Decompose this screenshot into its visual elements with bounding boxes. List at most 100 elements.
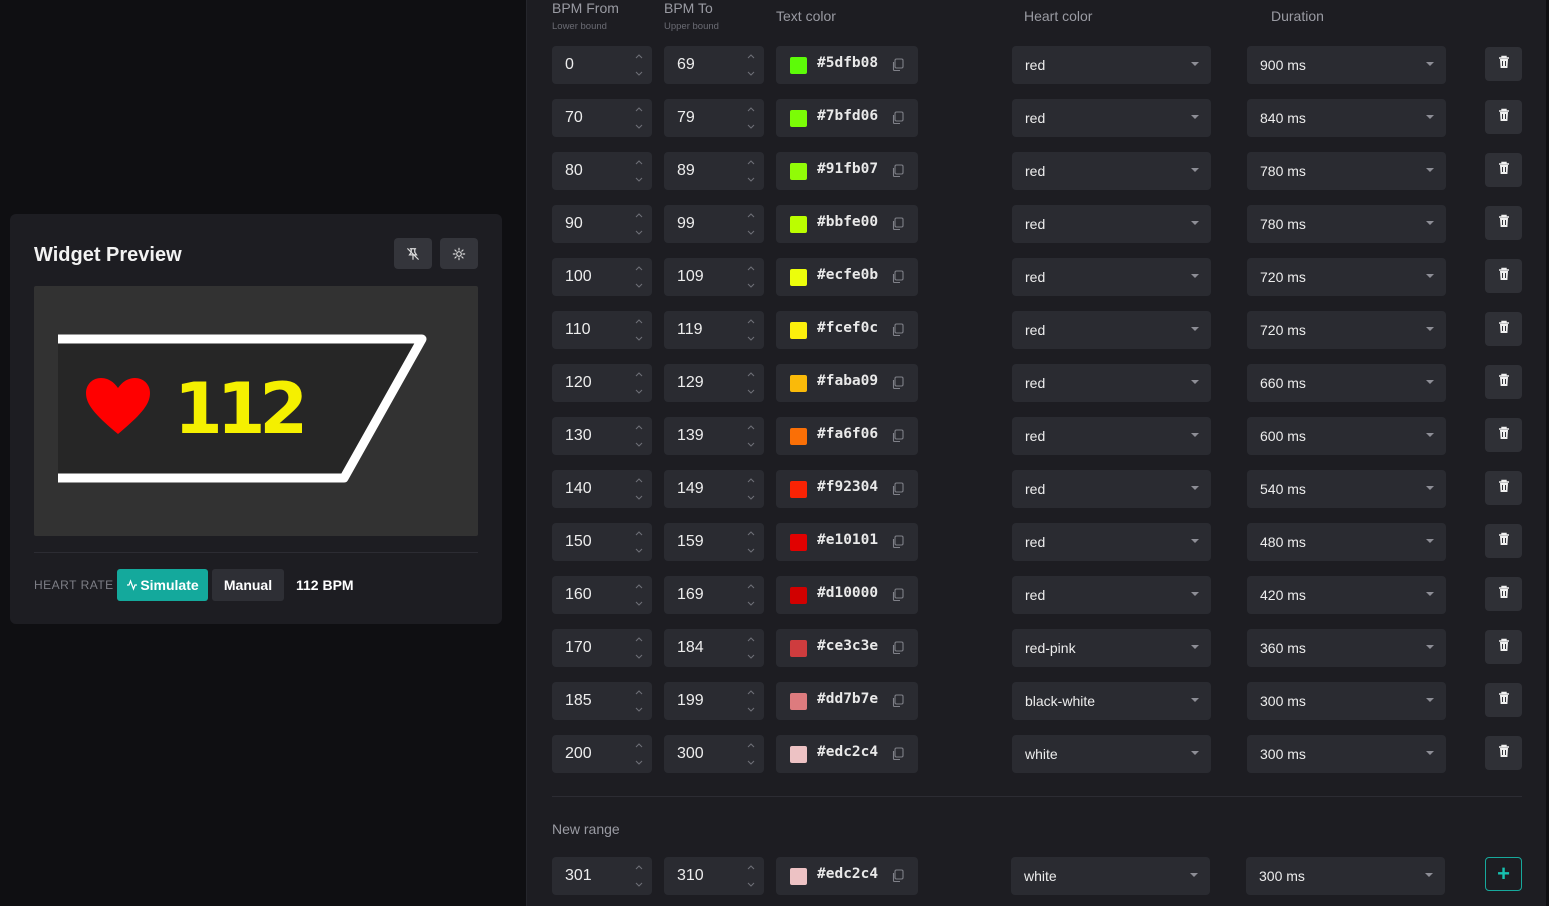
delete-row-button[interactable] [1485, 365, 1522, 399]
bpm-to-input[interactable]: 119 [664, 311, 764, 349]
color-swatch[interactable] [790, 693, 807, 710]
delete-row-button[interactable] [1485, 418, 1522, 452]
bpm-to-input[interactable]: 300 [664, 735, 764, 773]
color-swatch[interactable] [790, 428, 807, 445]
bpm-to-input[interactable]: 310 [664, 857, 764, 895]
heart-color-select[interactable]: red [1012, 311, 1211, 349]
heart-color-select[interactable]: red-pink [1012, 629, 1211, 667]
delete-row-button[interactable] [1485, 524, 1522, 558]
duration-select[interactable]: 660 ms [1247, 364, 1446, 402]
duration-select[interactable]: 720 ms [1247, 258, 1446, 296]
delete-row-button[interactable] [1485, 577, 1522, 611]
duration-select[interactable]: 840 ms [1247, 99, 1446, 137]
color-swatch[interactable] [790, 269, 807, 286]
text-color-field[interactable]: #ce3c3e [776, 629, 918, 667]
bpm-from-input[interactable]: 160 [552, 576, 652, 614]
duration-select[interactable]: 540 ms [1247, 470, 1446, 508]
duration-select[interactable]: 420 ms [1247, 576, 1446, 614]
heart-color-select[interactable]: red [1012, 470, 1211, 508]
heart-color-select[interactable]: white [1012, 735, 1211, 773]
heart-color-select[interactable]: red [1012, 364, 1211, 402]
delete-row-button[interactable] [1485, 259, 1522, 293]
text-color-field[interactable]: #fa6f06 [776, 417, 918, 455]
heart-color-select[interactable]: red [1012, 523, 1211, 561]
duration-select[interactable]: 300 ms [1247, 682, 1446, 720]
bpm-from-input[interactable]: 110 [552, 311, 652, 349]
text-color-field[interactable]: #e10101 [776, 523, 918, 561]
text-color-field[interactable]: #faba09 [776, 364, 918, 402]
color-swatch[interactable] [790, 640, 807, 657]
bpm-to-input[interactable]: 89 [664, 152, 764, 190]
color-swatch[interactable] [790, 868, 807, 885]
color-swatch[interactable] [790, 110, 807, 127]
color-swatch[interactable] [790, 216, 807, 233]
simulate-button[interactable]: Simulate [117, 569, 208, 601]
bpm-from-input[interactable]: 185 [552, 682, 652, 720]
delete-row-button[interactable] [1485, 47, 1522, 81]
bpm-from-input[interactable]: 301 [552, 857, 652, 895]
duration-select[interactable]: 720 ms [1247, 311, 1446, 349]
heart-color-select[interactable]: red [1012, 99, 1211, 137]
heart-color-select[interactable]: red [1012, 205, 1211, 243]
bpm-from-input[interactable]: 150 [552, 523, 652, 561]
bpm-from-input[interactable]: 200 [552, 735, 652, 773]
bpm-to-input[interactable]: 99 [664, 205, 764, 243]
text-color-field[interactable]: #edc2c4 [776, 735, 918, 773]
text-color-field[interactable]: #7bfd06 [776, 99, 918, 137]
bpm-from-input[interactable]: 0 [552, 46, 652, 84]
delete-row-button[interactable] [1485, 100, 1522, 134]
heart-color-select[interactable]: white [1011, 857, 1210, 895]
delete-row-button[interactable] [1485, 312, 1522, 346]
heart-color-select[interactable]: red [1012, 417, 1211, 455]
bpm-from-input[interactable]: 130 [552, 417, 652, 455]
color-swatch[interactable] [790, 375, 807, 392]
heart-color-select[interactable]: red [1012, 258, 1211, 296]
text-color-field[interactable]: #edc2c4 [776, 857, 918, 895]
delete-row-button[interactable] [1485, 206, 1522, 240]
text-color-field[interactable]: #dd7b7e [776, 682, 918, 720]
bpm-to-input[interactable]: 69 [664, 46, 764, 84]
bpm-to-input[interactable]: 184 [664, 629, 764, 667]
delete-row-button[interactable] [1485, 471, 1522, 505]
bpm-to-input[interactable]: 129 [664, 364, 764, 402]
heart-color-select[interactable]: red [1012, 152, 1211, 190]
duration-select[interactable]: 900 ms [1247, 46, 1446, 84]
bpm-from-input[interactable]: 90 [552, 205, 652, 243]
color-swatch[interactable] [790, 746, 807, 763]
bpm-to-input[interactable]: 79 [664, 99, 764, 137]
bpm-from-input[interactable]: 100 [552, 258, 652, 296]
add-range-button[interactable]: + [1485, 857, 1522, 891]
bpm-from-input[interactable]: 70 [552, 99, 652, 137]
bpm-from-input[interactable]: 140 [552, 470, 652, 508]
bpm-from-input[interactable]: 80 [552, 152, 652, 190]
bpm-to-input[interactable]: 149 [664, 470, 764, 508]
manual-button[interactable]: Manual [212, 569, 284, 601]
bpm-from-input[interactable]: 120 [552, 364, 652, 402]
bpm-to-input[interactable]: 199 [664, 682, 764, 720]
text-color-field[interactable]: #91fb07 [776, 152, 918, 190]
text-color-field[interactable]: #d10000 [776, 576, 918, 614]
theme-toggle-button[interactable] [440, 238, 478, 269]
duration-select[interactable]: 600 ms [1247, 417, 1446, 455]
color-swatch[interactable] [790, 163, 807, 180]
duration-select[interactable]: 300 ms [1246, 857, 1445, 895]
bpm-to-input[interactable]: 109 [664, 258, 764, 296]
duration-select[interactable]: 480 ms [1247, 523, 1446, 561]
heart-color-select[interactable]: red [1012, 46, 1211, 84]
bpm-to-input[interactable]: 169 [664, 576, 764, 614]
delete-row-button[interactable] [1485, 630, 1522, 664]
bpm-from-input[interactable]: 170 [552, 629, 652, 667]
text-color-field[interactable]: #ecfe0b [776, 258, 918, 296]
bpm-to-input[interactable]: 139 [664, 417, 764, 455]
delete-row-button[interactable] [1485, 736, 1522, 770]
color-swatch[interactable] [790, 481, 807, 498]
delete-row-button[interactable] [1485, 153, 1522, 187]
color-swatch[interactable] [790, 322, 807, 339]
color-swatch[interactable] [790, 534, 807, 551]
text-color-field[interactable]: #bbfe00 [776, 205, 918, 243]
color-swatch[interactable] [790, 57, 807, 74]
heart-color-select[interactable]: red [1012, 576, 1211, 614]
heart-color-select[interactable]: black-white [1012, 682, 1211, 720]
duration-select[interactable]: 360 ms [1247, 629, 1446, 667]
duration-select[interactable]: 780 ms [1247, 152, 1446, 190]
